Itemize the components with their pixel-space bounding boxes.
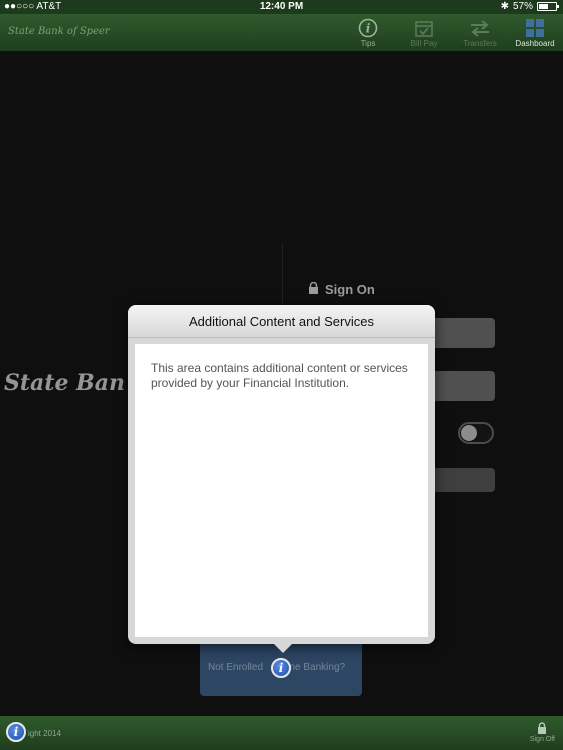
dashboard-grid-icon bbox=[508, 17, 562, 39]
clock: 12:40 PM bbox=[259, 1, 304, 12]
footer-bar: ight 2014 Sign Off bbox=[0, 716, 563, 750]
top-nav-bar: State Bank of Speer i Tips Bill Pay Tran… bbox=[0, 14, 563, 52]
lock-icon bbox=[530, 722, 555, 736]
footer-info-icon[interactable]: i bbox=[6, 722, 26, 742]
nav-dashboard-button[interactable]: Dashboard bbox=[508, 17, 562, 48]
nav-tips-button[interactable]: i Tips bbox=[341, 17, 395, 48]
info-circle-icon: i bbox=[341, 17, 395, 39]
popover-title: Additional Content and Services bbox=[128, 305, 435, 338]
battery-percent: 57% bbox=[512, 1, 533, 12]
enroll-info-icon[interactable]: i bbox=[271, 658, 291, 678]
nav-tips-label: Tips bbox=[360, 39, 376, 48]
nav-dashboard-label: Dashboard bbox=[515, 39, 555, 48]
info-popover: Additional Content and Services This are… bbox=[128, 305, 435, 653]
battery-icon bbox=[537, 2, 559, 11]
nav-bill-pay-label: Bill Pay bbox=[410, 39, 438, 48]
sign-off-label: Sign Off bbox=[529, 736, 555, 743]
status-bar: ●●○○○ AT&T 12:40 PM ✱ 57% bbox=[0, 0, 563, 14]
copyright-text: ight 2014 bbox=[28, 729, 61, 738]
calendar-check-icon bbox=[397, 17, 451, 39]
transfer-arrows-icon bbox=[453, 17, 507, 39]
nav-bill-pay-button[interactable]: Bill Pay bbox=[397, 17, 451, 48]
popover-body-text: This area contains additional content or… bbox=[135, 344, 428, 637]
brand-logo-small: State Bank of Speer bbox=[8, 26, 110, 37]
sign-off-button[interactable]: Sign Off bbox=[530, 722, 555, 743]
svg-text:i: i bbox=[366, 22, 371, 36]
nav-transfers-label: Transfers bbox=[463, 39, 497, 48]
status-right: ✱ 57% bbox=[500, 1, 559, 12]
bluetooth-icon: ✱ bbox=[500, 1, 509, 12]
nav-transfers-button[interactable]: Transfers bbox=[453, 17, 507, 48]
popover-arrow bbox=[274, 644, 292, 653]
